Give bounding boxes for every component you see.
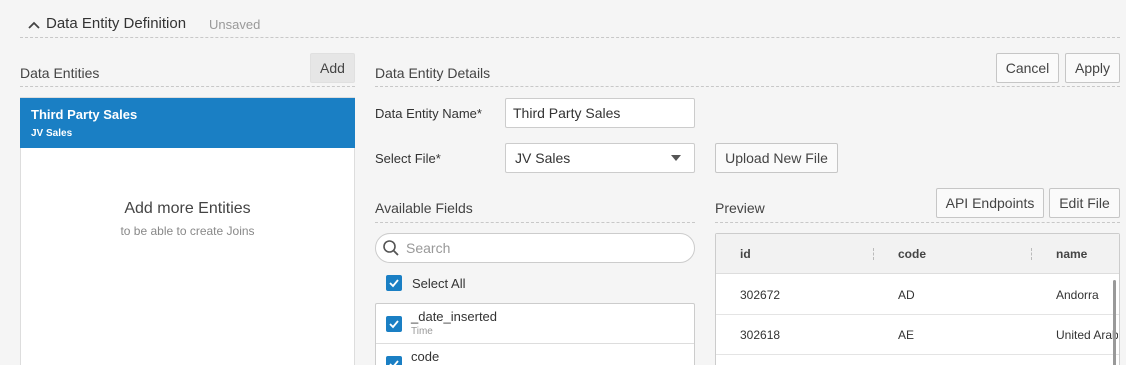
api-endpoints-button[interactable]: API Endpoints (936, 188, 1044, 218)
divider (20, 37, 1120, 38)
divider (375, 222, 695, 223)
data-entities-title: Data Entities (20, 65, 100, 81)
details-title: Data Entity Details (375, 65, 491, 81)
entity-name-input[interactable]: Third Party Sales (505, 98, 695, 128)
table-cell: Andorra (1056, 288, 1099, 302)
entity-item-subtitle: JV Sales (31, 128, 73, 139)
divider (376, 343, 694, 344)
column-separator[interactable] (1031, 248, 1032, 260)
field-type: Time (411, 326, 433, 337)
select-all-checkbox[interactable] (386, 275, 402, 291)
search-placeholder: Search (406, 240, 451, 256)
row-divider (716, 314, 1119, 315)
table-cell: United Arab (1056, 328, 1118, 342)
divider (375, 86, 1120, 87)
check-icon (389, 279, 399, 288)
upload-new-file-button[interactable]: Upload New File (715, 143, 838, 173)
entity-item-selected[interactable] (20, 98, 355, 148)
table-cell: 302618 (740, 328, 781, 342)
entity-item-name: Third Party Sales (31, 107, 138, 122)
column-header[interactable]: id (740, 247, 751, 261)
available-fields-title: Available Fields (375, 200, 473, 216)
divider (715, 222, 1120, 223)
preview-title: Preview (715, 200, 765, 216)
select-all-label[interactable]: Select All (412, 276, 465, 291)
select-file-dropdown[interactable]: JV Sales (505, 143, 695, 173)
chevron-up-icon[interactable] (27, 18, 41, 32)
field-checkbox[interactable] (386, 356, 402, 365)
column-header[interactable]: code (898, 247, 926, 261)
apply-button[interactable]: Apply (1065, 53, 1120, 83)
scrollbar[interactable] (1113, 280, 1116, 365)
check-icon (389, 360, 399, 365)
save-status: Unsaved (209, 17, 261, 32)
field-checkbox[interactable] (386, 316, 402, 332)
add-entity-button[interactable]: Add (310, 53, 355, 83)
table-cell: 302672 (740, 288, 781, 302)
table-cell: AD (898, 288, 915, 302)
caret-down-icon[interactable] (671, 155, 681, 161)
table-cell: AE (898, 328, 915, 342)
select-file-label: Select File* (375, 151, 441, 166)
search-icon (383, 240, 399, 256)
field-name: code (411, 349, 440, 364)
field-name: _date_inserted (411, 309, 498, 324)
edit-file-button[interactable]: Edit File (1049, 188, 1120, 218)
empty-state-subtitle: to be able to create Joins (120, 224, 255, 238)
column-header[interactable]: name (1056, 247, 1087, 261)
divider (20, 86, 355, 87)
cancel-button[interactable]: Cancel (996, 53, 1059, 83)
section-title[interactable]: Data Entity Definition (46, 15, 186, 32)
check-icon (389, 320, 399, 329)
column-separator[interactable] (873, 248, 874, 260)
row-divider (716, 354, 1119, 355)
entity-name-label: Data Entity Name* (375, 106, 482, 121)
empty-state-title: Add more Entities (124, 200, 251, 217)
